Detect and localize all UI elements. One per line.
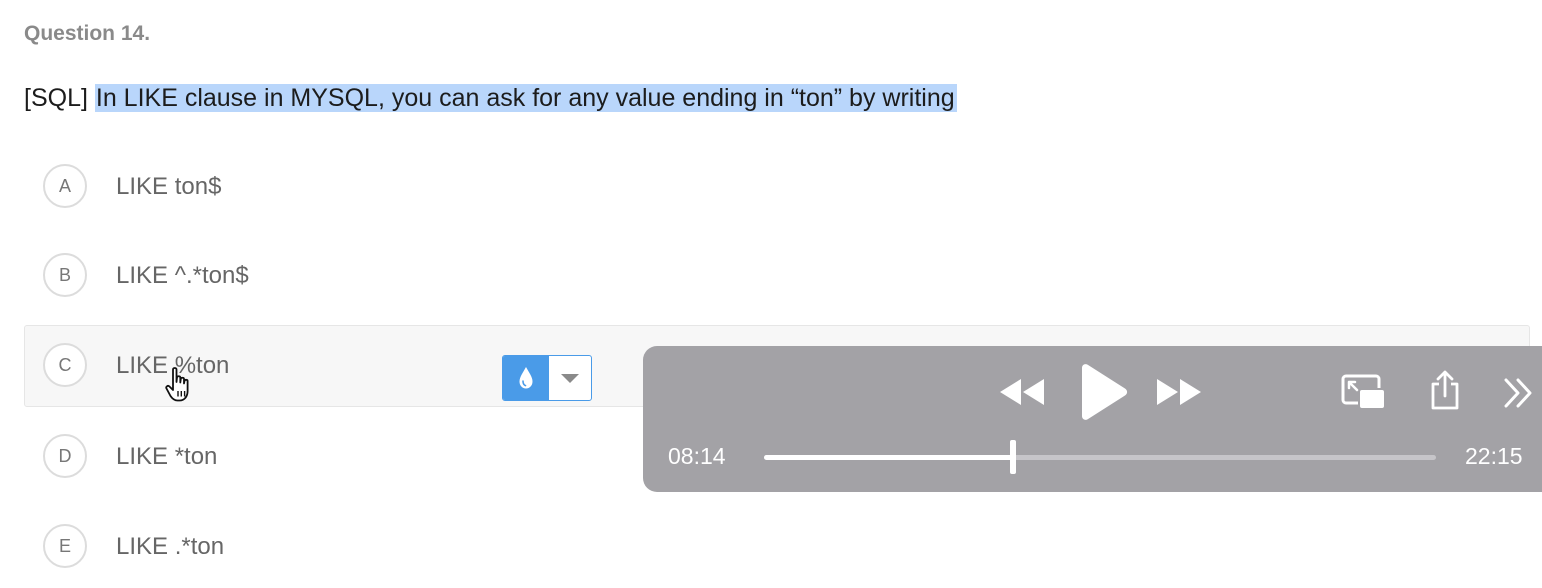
option-letter-badge: A	[43, 164, 87, 208]
highlight-color-picker	[502, 355, 592, 401]
scrubber-thumb[interactable]	[1009, 440, 1016, 474]
option-text: LIKE ton$	[116, 173, 222, 200]
video-player: 08:14 22:15	[643, 346, 1542, 492]
option-letter-badge: C	[43, 343, 87, 387]
play-icon[interactable]	[1075, 362, 1131, 424]
progress-fill	[764, 455, 1013, 460]
drop-icon	[519, 367, 533, 389]
more-icon[interactable]	[1503, 376, 1535, 410]
highlight-color-menu-button[interactable]	[549, 356, 591, 400]
progress-scrubber[interactable]	[764, 440, 1436, 474]
hand-pointer-cursor-icon	[165, 367, 189, 402]
fast-forward-icon[interactable]	[1154, 374, 1204, 410]
question-tag: [SQL]	[24, 84, 88, 112]
answer-option-e[interactable]: E LIKE .*ton	[24, 506, 1530, 588]
option-text: LIKE .*ton	[116, 533, 225, 560]
answer-option-a[interactable]: A LIKE ton$	[24, 146, 1530, 228]
share-icon[interactable]	[1428, 369, 1462, 411]
question-body-highlighted: In LIKE clause in MYSQL, you can ask for…	[94, 84, 957, 112]
caret-down-icon	[561, 374, 579, 383]
question-text: [SQL] In LIKE clause in MYSQL, you can a…	[24, 78, 957, 118]
total-time: 22:15	[1465, 443, 1523, 469]
highlight-color-button[interactable]	[503, 356, 549, 400]
current-time: 08:14	[668, 443, 726, 469]
picture-in-picture-icon[interactable]	[1341, 373, 1387, 411]
option-letter-badge: D	[43, 434, 87, 478]
question-number: Question 14.	[24, 22, 151, 45]
rewind-icon[interactable]	[997, 374, 1047, 410]
option-letter-badge: E	[43, 524, 87, 568]
option-text: LIKE ^.*ton$	[116, 262, 249, 289]
answer-option-b[interactable]: B LIKE ^.*ton$	[24, 235, 1530, 317]
option-letter-badge: B	[43, 253, 87, 297]
option-text: LIKE *ton	[116, 443, 218, 470]
